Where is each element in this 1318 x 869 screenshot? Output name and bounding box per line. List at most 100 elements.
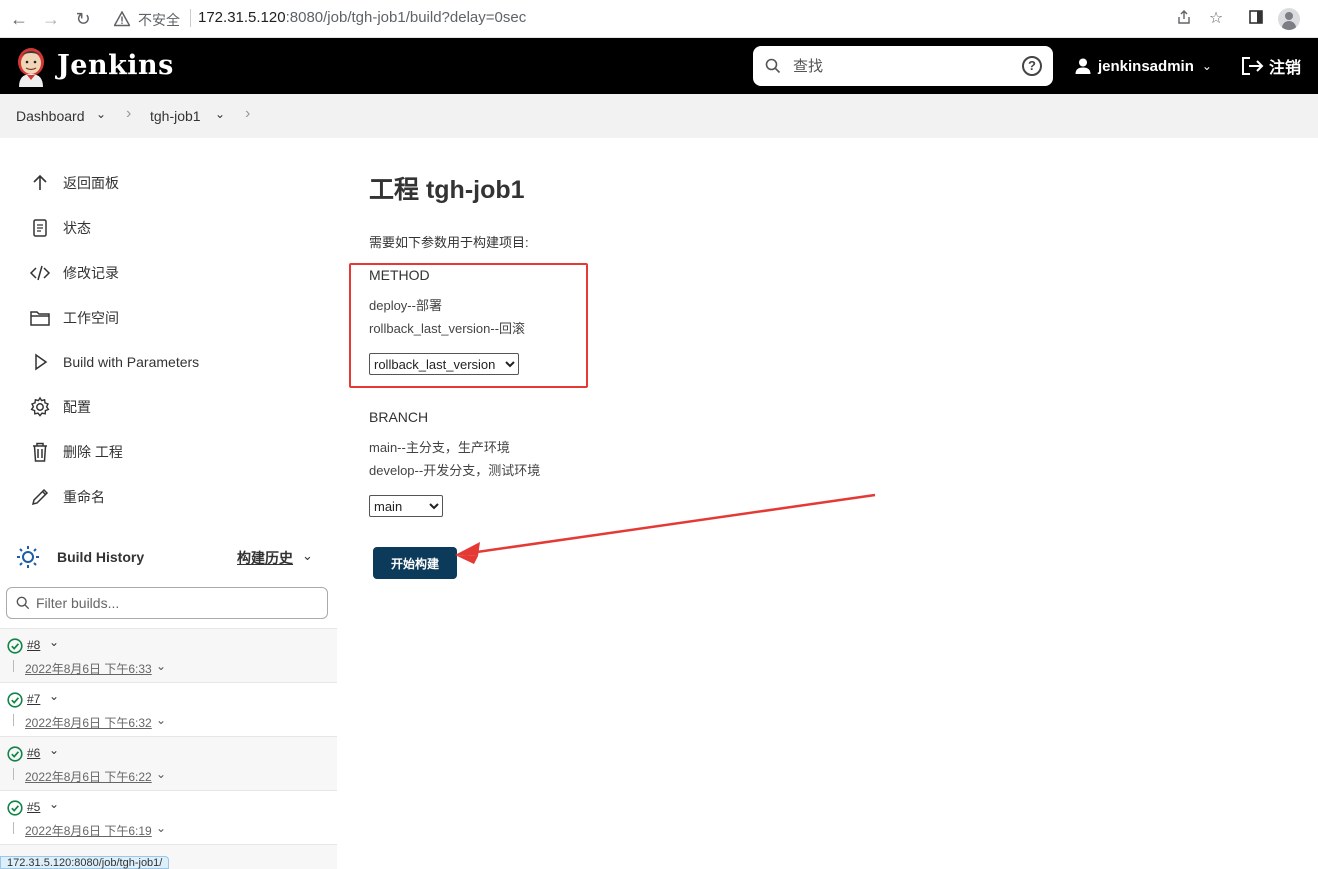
document-icon bbox=[28, 216, 52, 240]
task-configure[interactable]: 配置 bbox=[28, 394, 91, 420]
breadcrumb: Dashboard ⌄ › tgh-job1 ⌄ › bbox=[0, 94, 1318, 138]
build-number-link[interactable]: #5 bbox=[27, 800, 40, 814]
trash-icon bbox=[28, 440, 52, 464]
task-label[interactable]: 修改记录 bbox=[63, 263, 119, 283]
branch-select[interactable]: main bbox=[369, 495, 443, 517]
build-date-link[interactable]: 2022年8月6日 下午6:32 bbox=[25, 714, 152, 731]
profile-avatar-icon[interactable] bbox=[1278, 8, 1300, 30]
share-icon[interactable] bbox=[1174, 9, 1194, 29]
task-delete-project[interactable]: 删除 工程 bbox=[28, 439, 123, 465]
address-separator bbox=[190, 9, 191, 27]
task-back-to-dashboard[interactable]: 返回面板 bbox=[28, 170, 119, 196]
task-label[interactable]: 工作空间 bbox=[63, 308, 119, 328]
logout-link[interactable]: 注销 bbox=[1241, 54, 1301, 78]
chevron-down-icon[interactable]: ⌄ bbox=[156, 713, 166, 727]
task-rename[interactable]: 重命名 bbox=[28, 484, 105, 510]
user-icon bbox=[1075, 58, 1091, 74]
build-number-link[interactable]: #7 bbox=[27, 692, 40, 706]
filter-builds-box[interactable] bbox=[6, 587, 328, 619]
timeline-bar bbox=[13, 714, 14, 726]
search-icon bbox=[16, 596, 30, 610]
forward-arrow-icon[interactable]: → bbox=[40, 8, 62, 30]
task-label[interactable]: 删除 工程 bbox=[63, 442, 123, 462]
build-number-link[interactable]: #6 bbox=[27, 746, 40, 760]
folder-icon bbox=[28, 306, 52, 330]
breadcrumb-separator-icon: › bbox=[126, 105, 132, 122]
jenkins-title[interactable]: Jenkins bbox=[57, 50, 174, 81]
insecure-label: 不安全 bbox=[138, 12, 180, 28]
search-input[interactable] bbox=[793, 55, 1003, 77]
task-label[interactable]: 重命名 bbox=[63, 487, 105, 507]
chevron-down-icon[interactable]: ⌄ bbox=[156, 767, 166, 781]
code-icon bbox=[28, 261, 52, 285]
start-build-button[interactable]: 开始构建 bbox=[373, 547, 457, 579]
param-name-method: METHOD bbox=[369, 267, 430, 283]
status-bar-url: 172.31.5.120:8080/job/tgh-job1/ bbox=[0, 856, 170, 869]
success-check-icon bbox=[7, 800, 23, 816]
bookmark-star-icon[interactable]: ☆ bbox=[1206, 9, 1226, 29]
breadcrumb-job[interactable]: tgh-job1 bbox=[150, 108, 201, 124]
chevron-down-icon[interactable]: ⌄ bbox=[1202, 59, 1212, 73]
build-date-link[interactable]: 2022年8月6日 下午6:19 bbox=[25, 822, 152, 839]
chevron-down-icon[interactable]: ⌄ bbox=[156, 821, 166, 835]
build-history-header: Build History 构建历史 ⌄ bbox=[0, 540, 337, 574]
param-desc-branch: main--主分支，生产环境 develop--开发分支，测试环境 bbox=[369, 436, 540, 482]
page-title: 工程 tgh-job1 bbox=[369, 176, 525, 204]
task-status[interactable]: 状态 bbox=[28, 215, 91, 241]
task-label[interactable]: 返回面板 bbox=[63, 173, 119, 193]
reload-icon[interactable]: ↻ bbox=[72, 8, 94, 30]
logout-label[interactable]: 注销 bbox=[1269, 54, 1301, 78]
user-menu[interactable]: jenkinsadmin ⌄ bbox=[1074, 54, 1212, 78]
play-icon bbox=[28, 350, 52, 374]
chevron-down-icon[interactable]: ⌄ bbox=[49, 797, 59, 811]
gear-icon bbox=[28, 395, 52, 419]
build-row: #5 ⌄ 2022年8月6日 下午6:19 ⌄ bbox=[0, 790, 337, 844]
warning-icon bbox=[114, 11, 130, 27]
param-desc-method: deploy--部署 rollback_last_version--回滚 bbox=[369, 294, 525, 340]
param-name-branch: BRANCH bbox=[369, 409, 429, 425]
chevron-down-icon[interactable]: ⌄ bbox=[302, 548, 313, 564]
url-path: :8080/job/tgh-job1/build?delay=0sec bbox=[285, 9, 527, 26]
timeline-bar bbox=[13, 660, 14, 672]
chevron-down-icon[interactable]: ⌄ bbox=[156, 659, 166, 673]
back-arrow-icon[interactable]: ← bbox=[8, 8, 30, 30]
task-build-with-parameters[interactable]: Build with Parameters bbox=[28, 349, 199, 375]
timeline-bar bbox=[13, 768, 14, 780]
chevron-down-icon[interactable]: ⌄ bbox=[49, 635, 59, 649]
chevron-down-icon[interactable]: ⌄ bbox=[96, 107, 106, 121]
breadcrumb-dashboard[interactable]: Dashboard bbox=[16, 108, 85, 124]
task-label[interactable]: 配置 bbox=[63, 397, 91, 417]
help-icon[interactable]: ? bbox=[1022, 56, 1042, 76]
search-icon bbox=[765, 58, 781, 74]
chevron-down-icon[interactable]: ⌄ bbox=[49, 743, 59, 757]
chevron-down-icon[interactable]: ⌄ bbox=[215, 107, 225, 121]
build-history-title: Build History bbox=[57, 549, 145, 565]
task-changes[interactable]: 修改记录 bbox=[28, 260, 119, 286]
arrow-up-icon bbox=[28, 171, 52, 195]
chevron-down-icon[interactable]: ⌄ bbox=[49, 689, 59, 703]
task-label[interactable]: 状态 bbox=[63, 218, 91, 238]
build-date-link[interactable]: 2022年8月6日 下午6:33 bbox=[25, 660, 152, 677]
task-label[interactable]: Build with Parameters bbox=[63, 354, 199, 370]
jenkins-header: Jenkins ? jenkinsadmin ⌄ 注销 bbox=[0, 38, 1318, 94]
search-box[interactable]: ? bbox=[753, 46, 1053, 86]
build-trend-link[interactable]: 构建历史 bbox=[237, 548, 293, 568]
url-text[interactable]: 172.31.5.120:8080/job/tgh-job1/build?del… bbox=[198, 9, 526, 26]
logout-icon bbox=[1242, 57, 1264, 75]
filter-builds-input[interactable] bbox=[36, 594, 316, 612]
side-panel-icon[interactable] bbox=[1246, 9, 1266, 29]
param-desc-line: main--主分支，生产环境 bbox=[369, 440, 510, 455]
success-check-icon bbox=[7, 692, 23, 708]
breadcrumb-separator-icon: › bbox=[245, 105, 251, 122]
annotation-arrow bbox=[455, 493, 876, 564]
param-desc-line: deploy--部署 bbox=[369, 298, 442, 313]
address-bar[interactable]: 不安全 172.31.5.120:8080/job/tgh-job1/build… bbox=[104, 6, 1234, 32]
build-date-link[interactable]: 2022年8月6日 下午6:22 bbox=[25, 768, 152, 785]
username[interactable]: jenkinsadmin bbox=[1098, 58, 1194, 75]
build-number-link[interactable]: #8 bbox=[27, 638, 40, 652]
jenkins-butler-logo-icon[interactable] bbox=[14, 47, 48, 87]
task-workspace[interactable]: 工作空间 bbox=[28, 305, 119, 331]
timeline-bar bbox=[13, 822, 14, 834]
build-history-sun-icon bbox=[17, 546, 39, 568]
method-select[interactable]: rollback_last_version bbox=[369, 353, 519, 375]
